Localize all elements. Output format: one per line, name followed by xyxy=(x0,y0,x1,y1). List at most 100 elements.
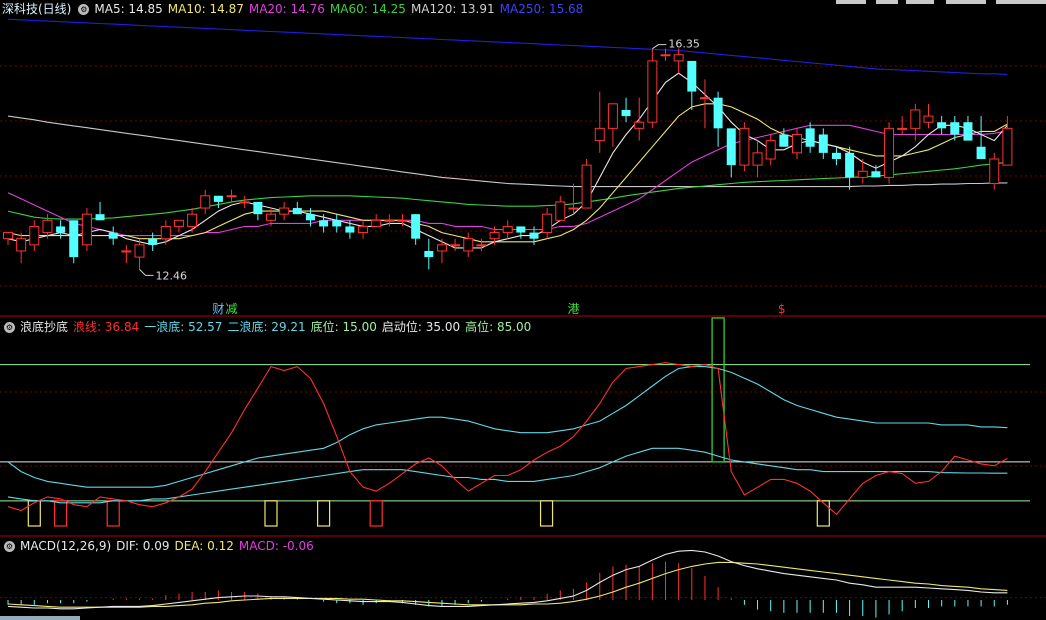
wave2-bottom-label: 二浪底: 29.21 xyxy=(227,320,306,334)
price-chart[interactable]: 16.35 12.46 财减 港 $ xyxy=(0,0,1046,316)
candle xyxy=(397,219,408,222)
signal-bar xyxy=(53,500,68,527)
indicator-chart[interactable] xyxy=(0,316,1046,536)
macd-title[interactable]: MACD(12,26,9) xyxy=(20,539,111,553)
candle xyxy=(489,232,500,240)
candle xyxy=(358,225,369,234)
candle xyxy=(226,195,237,198)
candle xyxy=(29,225,40,246)
settings-icon[interactable]: ⚙ xyxy=(78,4,90,15)
indicator-legend: ⚙ 浪底抄底 浪线: 36.84 一浪底: 52.57 二浪底: 29.21 底位: 15… xyxy=(0,318,536,336)
price-panel[interactable]: 深科技(日线) ⚙ MA5: 14.85 MA10: 14.87 MA20: 14.76… xyxy=(0,0,1046,316)
candle xyxy=(910,109,921,129)
candle xyxy=(673,54,684,62)
candle xyxy=(345,226,355,233)
candle xyxy=(1002,127,1013,166)
candle xyxy=(121,250,132,253)
dif-line xyxy=(7,549,1008,610)
start-level-label: 启动位: 35.00 xyxy=(381,320,461,334)
stock-title[interactable]: 深科技(日线) xyxy=(2,2,71,16)
candle xyxy=(752,152,763,166)
candle xyxy=(108,232,118,239)
high-level-label: 高位: 85.00 xyxy=(465,320,532,334)
high-pointer xyxy=(652,44,667,50)
event-marker: 财 xyxy=(212,302,224,316)
candle xyxy=(765,140,776,160)
candle xyxy=(42,219,53,234)
candle xyxy=(713,97,723,129)
candle xyxy=(56,226,66,233)
candle xyxy=(857,170,868,178)
candle xyxy=(16,238,27,252)
candle xyxy=(134,244,145,258)
candle xyxy=(332,220,342,227)
candle xyxy=(305,214,315,221)
signal-bar xyxy=(27,500,41,527)
signal-bar xyxy=(816,500,830,527)
candle xyxy=(621,109,631,117)
ma60-line xyxy=(7,161,1008,220)
candle xyxy=(463,238,474,252)
macd-legend: ⚙ MACD(12,26,9) DIF: 0.09 DEA: 0.12 MACD: -0… xyxy=(0,537,319,555)
signal-bar xyxy=(317,500,331,527)
candle xyxy=(81,213,92,246)
candle xyxy=(213,195,223,202)
ma60-label: MA60: 14.25 xyxy=(329,2,406,16)
indicator-panel[interactable]: ⚙ 浪底抄底 浪线: 36.84 一浪底: 52.57 二浪底: 29.21 底位: 15… xyxy=(0,316,1046,536)
candle xyxy=(450,244,461,247)
candle xyxy=(976,146,986,159)
settings-icon[interactable]: ⚙ xyxy=(4,322,15,333)
candle xyxy=(555,201,566,221)
candle xyxy=(963,122,973,141)
macd-panel[interactable]: ⚙ MACD(12,26,9) DIF: 0.09 DEA: 0.12 MACD: -0… xyxy=(0,536,1046,620)
high-price-label: 16.35 xyxy=(668,38,700,51)
event-marker: 减 xyxy=(226,302,238,316)
panel-divider[interactable] xyxy=(0,535,1046,537)
candle xyxy=(594,127,605,142)
candle xyxy=(660,54,671,57)
candle xyxy=(292,208,302,215)
candle xyxy=(187,213,198,227)
macd-value-label: MACD: -0.06 xyxy=(238,539,314,553)
candle xyxy=(739,127,750,166)
candle xyxy=(923,115,934,123)
settings-icon[interactable]: ⚙ xyxy=(4,541,15,552)
low-pointer xyxy=(139,268,154,276)
candle xyxy=(516,226,526,233)
wave1-bottom-line xyxy=(7,366,1008,488)
ma10-label: MA10: 14.87 xyxy=(167,2,244,16)
candle xyxy=(792,133,802,154)
panel-divider[interactable] xyxy=(0,315,1046,317)
candle xyxy=(568,207,579,210)
candle xyxy=(436,244,447,252)
candle xyxy=(502,225,513,234)
candle xyxy=(699,97,710,100)
candle xyxy=(148,238,158,245)
candle xyxy=(529,232,539,239)
breakout-bar xyxy=(711,317,725,463)
candle xyxy=(805,128,815,147)
ma120-label: MA120: 13.91 xyxy=(410,2,495,16)
dea-label: DEA: 0.12 xyxy=(174,539,234,553)
ma250-line xyxy=(7,18,1008,75)
candle xyxy=(542,213,553,234)
event-marker: 港 xyxy=(567,302,579,316)
low-price-label: 12.46 xyxy=(156,269,188,282)
candle xyxy=(831,152,841,159)
event-marker: $ xyxy=(778,302,786,316)
candle xyxy=(160,225,171,240)
candle xyxy=(581,164,592,209)
top-toolbar-strip xyxy=(806,0,1046,4)
wave-line xyxy=(7,362,1008,516)
indicator-title[interactable]: 浪底抄底 xyxy=(20,320,68,334)
candle xyxy=(239,201,250,204)
candle xyxy=(424,250,434,258)
bottom-level-label: 底位: 15.00 xyxy=(310,320,377,334)
candle xyxy=(950,122,960,135)
ma20-line xyxy=(7,124,1008,237)
candle xyxy=(818,134,828,153)
candle xyxy=(411,214,421,239)
candle xyxy=(726,128,736,166)
candle xyxy=(647,60,658,123)
candle xyxy=(384,219,395,222)
